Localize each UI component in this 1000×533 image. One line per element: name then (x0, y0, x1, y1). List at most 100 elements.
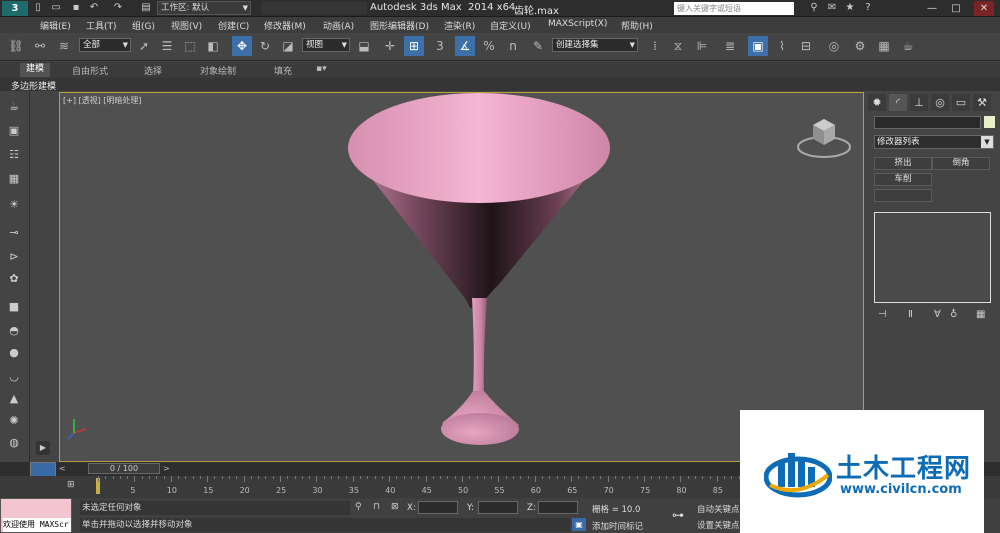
lock-icon[interactable]: ⊓ (373, 502, 380, 512)
tab-freeform[interactable]: 自由形式 (72, 64, 108, 77)
select-move-icon[interactable]: ✥ (232, 36, 252, 56)
help-icon[interactable]: ? (862, 2, 874, 14)
rectangular-region-icon[interactable]: ⬚ (180, 36, 200, 56)
selection-filter-dropdown[interactable]: 全部 ▼ (79, 38, 131, 52)
select-manipulate-icon[interactable]: ✛ (380, 36, 400, 56)
time-tag-icon[interactable]: ▣ (572, 518, 586, 531)
search-input[interactable]: 键入关键字或短语 (674, 2, 794, 15)
empty-modifier-button[interactable] (874, 189, 932, 202)
render-setup-icon[interactable]: ⚙ (850, 36, 870, 56)
align-icon[interactable]: ⊫ (692, 36, 712, 56)
select-rotate-icon[interactable]: ↻ (255, 36, 275, 56)
lathe-button[interactable]: 车削 (874, 173, 932, 186)
pin-stack-icon[interactable]: ⊣ (878, 309, 887, 320)
workspace-dropdown[interactable]: 工作区: 默认 ▼ (157, 1, 251, 15)
x-coordinate-field[interactable] (418, 501, 458, 514)
menu-customize[interactable]: 自定义(U) (490, 19, 531, 32)
menu-group[interactable]: 组(G) (132, 19, 155, 32)
object-color-swatch[interactable] (984, 116, 995, 128)
helper-icon[interactable]: ⊳ (5, 249, 23, 265)
menu-help[interactable]: 帮助(H) (621, 19, 653, 32)
menu-create[interactable]: 创建(C) (218, 19, 249, 32)
material-editor-icon[interactable]: ◎ (824, 36, 844, 56)
close-button[interactable]: ✕ (974, 1, 994, 16)
hierarchy-tab-icon[interactable]: ⊥ (910, 94, 928, 111)
tab-populate[interactable]: 填充 (274, 64, 292, 77)
display-tab-icon[interactable]: ▭ (952, 94, 970, 111)
new-file-icon[interactable]: ▯ (32, 2, 44, 14)
light-icon[interactable]: ☀ (5, 197, 23, 213)
reference-coord-dropdown[interactable]: 视图 ▼ (302, 38, 350, 52)
select-by-name-icon[interactable]: ☰ (157, 36, 177, 56)
layer-manager-icon[interactable]: ≣ (720, 36, 740, 56)
modifier-stack[interactable] (874, 212, 991, 303)
absolute-mode-icon[interactable]: ⊠ (391, 502, 399, 512)
chevron-right-icon[interactable]: > (163, 464, 173, 474)
key-icon[interactable]: ⊶ (672, 508, 684, 522)
z-coordinate-field[interactable] (538, 501, 578, 514)
teapot-icon[interactable]: ☕ (5, 99, 23, 115)
modifier-list-dropdown[interactable]: 修改器列表 ▼ (874, 135, 994, 149)
make-unique-icon[interactable]: ∀ (934, 309, 941, 320)
box-icon[interactable]: ■ (5, 299, 23, 315)
configure-modifier-sets-icon[interactable]: ▦ (976, 309, 985, 320)
time-slider[interactable]: 0 / 100 (88, 463, 160, 474)
modify-tab-icon[interactable]: ◜ (889, 94, 907, 111)
menu-graph-editors[interactable]: 图形编辑器(D) (370, 19, 429, 32)
chevron-left-icon[interactable]: < (59, 464, 69, 474)
save-icon[interactable]: ▪ (70, 2, 82, 14)
select-object-icon[interactable]: ➚ (134, 36, 154, 56)
menu-views[interactable]: 视图(V) (171, 19, 202, 32)
project-folder-icon[interactable]: ▤ (140, 2, 152, 14)
minimize-button[interactable]: — (922, 1, 942, 16)
menu-maxscript[interactable]: MAXScript(X) (548, 19, 607, 29)
create-tab-icon[interactable]: ✹ (868, 94, 886, 111)
add-time-tag[interactable]: 添加时间标记 (592, 520, 643, 532)
link-icon[interactable]: ⛓ (6, 36, 26, 56)
utilities-tab-icon[interactable]: ⚒ (973, 94, 991, 111)
y-coordinate-field[interactable] (478, 501, 518, 514)
extrude-button[interactable]: 挤出 (874, 157, 932, 170)
grid-icon[interactable]: ▦ (5, 171, 23, 187)
sun-icon[interactable]: ✺ (5, 413, 23, 429)
set-key-button[interactable]: 设置关键点 (697, 519, 740, 531)
percent-snap-icon[interactable]: % (479, 36, 499, 56)
render-production-icon[interactable]: ☕ (898, 36, 918, 56)
object-name-field[interactable] (874, 116, 981, 129)
tab-selection[interactable]: 选择 (144, 64, 162, 77)
rendered-frame-icon[interactable]: ▦ (874, 36, 894, 56)
named-selection-dropdown[interactable]: 创建选择集 ▼ (552, 38, 638, 52)
perspective-viewport[interactable]: [+] [透视] [明暗处理] (59, 92, 864, 462)
tab-object-paint[interactable]: 对象绘制 (200, 64, 236, 77)
list-icon[interactable]: ☷ (5, 147, 23, 163)
angle-snap-icon[interactable]: ∡ (455, 36, 475, 56)
mirror-axis-icon[interactable]: ⧖ (668, 36, 688, 56)
bowl-icon[interactable]: ◡ (5, 369, 23, 385)
systems-icon[interactable]: ✿ (5, 271, 23, 287)
select-scale-icon[interactable]: ◪ (278, 36, 298, 56)
sphere-icon[interactable]: ● (5, 345, 23, 361)
play-icon[interactable]: ▶ (36, 441, 50, 455)
menu-animation[interactable]: 动画(A) (323, 19, 354, 32)
menu-rendering[interactable]: 渲染(R) (444, 19, 475, 32)
hemisphere-icon[interactable]: ◓ (5, 323, 23, 339)
menu-modifiers[interactable]: 修改器(M) (264, 19, 306, 32)
pin-icon[interactable]: ⚲ (355, 502, 362, 512)
menu-edit[interactable]: 编辑(E) (40, 19, 71, 32)
ribbon-options-icon[interactable]: ▪▾ (316, 64, 327, 74)
binoculars-icon[interactable]: ⚲ (808, 2, 820, 14)
remove-modifier-icon[interactable]: ♁ (950, 309, 957, 320)
schematic-view-icon[interactable]: ⊟ (796, 36, 816, 56)
spinner-snap-icon[interactable]: n (503, 36, 523, 56)
select-display-icon[interactable]: ▣ (5, 123, 23, 139)
menu-tools[interactable]: 工具(T) (86, 19, 117, 32)
auto-key-button[interactable]: 自动关键点 (697, 503, 740, 515)
redo-icon[interactable]: ↷ (112, 2, 124, 14)
camera-icon[interactable]: ⊸ (5, 225, 23, 241)
viewport-label[interactable]: [+] [透视] [明暗处理] (63, 95, 142, 106)
snaps-toggle-icon[interactable]: 3 (430, 36, 450, 56)
subscription-icon[interactable]: ✉ (826, 2, 838, 14)
graphite-ribbon-icon[interactable]: ▣ (748, 36, 768, 56)
maxscript-listener[interactable]: 欢迎使用 MAXScr (0, 498, 72, 533)
bind-space-warp-icon[interactable]: ≋ (54, 36, 74, 56)
